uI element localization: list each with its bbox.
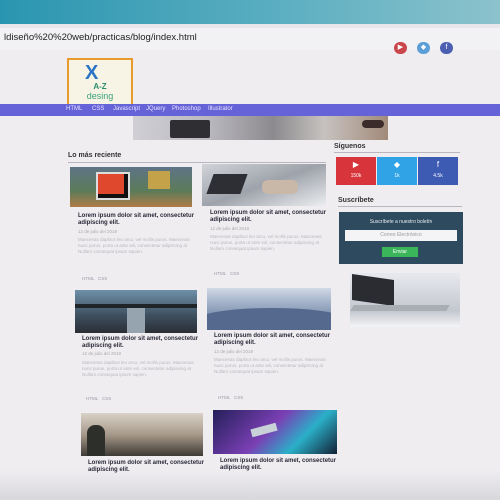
subscribe-title: Suscríbete bbox=[338, 197, 374, 204]
facebook-icon: f bbox=[445, 44, 448, 51]
nav-item-illustrator[interactable]: Illustrator bbox=[208, 106, 233, 112]
post-4-image[interactable] bbox=[207, 288, 331, 330]
post-2-hands bbox=[262, 180, 298, 194]
recent-divider bbox=[68, 162, 326, 163]
subscribe-box: Suscríbete a nuestro boletín Correo Elec… bbox=[339, 212, 463, 264]
post-2-date: 12 de julio del 2018 bbox=[210, 226, 250, 231]
site-logo[interactable]: X A-Z desing bbox=[67, 58, 133, 106]
nav-item-photoshop[interactable]: Photoshop bbox=[172, 106, 201, 112]
follow-twitter[interactable]: ◆ 1k bbox=[377, 157, 417, 185]
post-1-tags: HTML CSS bbox=[82, 276, 107, 281]
logo-line2: desing bbox=[86, 91, 114, 101]
twitter-count: 1k bbox=[394, 173, 400, 179]
desktop-bezel bbox=[0, 0, 500, 24]
tag-css[interactable]: CSS bbox=[98, 276, 107, 281]
url-text[interactable]: ldiseño%20%20web/practicas/blog/index.ht… bbox=[4, 32, 197, 43]
post-2-image[interactable] bbox=[202, 164, 326, 206]
twitter-icon: ◆ bbox=[420, 44, 427, 51]
hero-mouse bbox=[362, 120, 384, 128]
screen-glare bbox=[0, 470, 500, 500]
facebook-icon: f bbox=[436, 160, 440, 169]
twitter-icon: ◆ bbox=[393, 160, 401, 169]
post-4-date: 12 de julio del 2018 bbox=[214, 349, 254, 354]
main-nav: HTML CSS Javascript JQuery Photoshop Ill… bbox=[0, 104, 500, 116]
post-6-image[interactable] bbox=[213, 410, 337, 454]
tag-html[interactable]: HTML bbox=[214, 271, 226, 276]
post-2-title[interactable]: Lorem ipsum dolor sit amet, consectetur … bbox=[210, 210, 330, 224]
subscribe-text: Suscríbete a nuestro boletín bbox=[369, 219, 433, 225]
laptop-screen bbox=[352, 274, 394, 306]
post-3-excerpt: Maecenas dapibus leo arcu, vel mollis pu… bbox=[82, 360, 194, 377]
send-button[interactable]: Enviar bbox=[382, 247, 418, 257]
nav-item-javascript[interactable]: Javascript bbox=[113, 106, 140, 112]
post-3-tags: HTML CSS bbox=[86, 396, 111, 401]
post-2-excerpt: Maecenas dapibus leo arcu, vel mollis pu… bbox=[210, 234, 322, 251]
tag-css[interactable]: CSS bbox=[230, 271, 239, 276]
tag-html[interactable]: HTML bbox=[86, 396, 98, 401]
follow-youtube[interactable]: ▶ 150k bbox=[336, 157, 376, 185]
imac-wallpaper bbox=[98, 174, 124, 194]
laptop-base bbox=[350, 305, 450, 311]
hero-laptop bbox=[170, 120, 210, 138]
post-4-tags: HTML CSS bbox=[218, 395, 243, 400]
post-5-tree bbox=[87, 425, 105, 456]
post-4-excerpt: Maecenas dapibus leo arcu, vel mollis pu… bbox=[214, 357, 326, 374]
post-3-date: 12 de julio del 2018 bbox=[82, 351, 122, 356]
follow-title: Síguenos bbox=[334, 143, 366, 150]
post-2-tags: HTML CSS bbox=[214, 271, 239, 276]
post-1-image[interactable] bbox=[70, 167, 192, 207]
sidebar-laptop-image[interactable] bbox=[350, 273, 460, 327]
tag-html[interactable]: HTML bbox=[82, 276, 94, 281]
nav-item-jquery[interactable]: JQuery bbox=[146, 106, 165, 112]
post-6-satellite bbox=[250, 422, 278, 438]
subscribe-divider bbox=[338, 206, 462, 207]
nav-item-css[interactable]: CSS bbox=[92, 106, 104, 112]
tag-html[interactable]: HTML bbox=[218, 395, 230, 400]
follow-divider bbox=[334, 152, 460, 153]
post-4-title[interactable]: Lorem ipsum dolor sit amet, consectetur … bbox=[214, 333, 334, 347]
monitor-screen: ldiseño%20%20web/practicas/blog/index.ht… bbox=[0, 0, 500, 500]
post-1-lamp bbox=[148, 171, 170, 189]
post-5-image[interactable] bbox=[81, 413, 203, 456]
post-2-laptop bbox=[206, 174, 248, 194]
post-3-image[interactable] bbox=[75, 290, 197, 333]
follow-facebook[interactable]: f 4.5k bbox=[418, 157, 458, 185]
post-1-date: 12 de julio del 2018 bbox=[78, 229, 118, 234]
post-1-excerpt: Maecenas dapibus leo arcu, vel mollis pu… bbox=[78, 237, 190, 254]
post-3-hall bbox=[127, 308, 145, 333]
youtube-count: 150k bbox=[350, 173, 362, 179]
tag-css[interactable]: CSS bbox=[234, 395, 243, 400]
facebook-count: 4.5k bbox=[433, 173, 443, 179]
nav-item-html[interactable]: HTML bbox=[66, 106, 82, 112]
header-twitter-link[interactable]: ◆ bbox=[417, 42, 430, 54]
tag-css[interactable]: CSS bbox=[102, 396, 111, 401]
header-facebook-link[interactable]: f bbox=[440, 42, 453, 54]
header-youtube-link[interactable]: ▶ bbox=[394, 42, 407, 54]
email-field[interactable]: Correo Electrónico bbox=[345, 230, 457, 241]
youtube-icon: ▶ bbox=[352, 160, 360, 169]
post-4-mountains bbox=[207, 308, 331, 330]
recent-title: Lo más reciente bbox=[68, 152, 122, 159]
logo-line1: A-Z bbox=[93, 82, 107, 91]
post-3-title[interactable]: Lorem ipsum dolor sit amet, consectetur … bbox=[82, 336, 202, 350]
youtube-icon: ▶ bbox=[397, 44, 404, 51]
post-1-title[interactable]: Lorem ipsum dolor sit amet, consectetur … bbox=[78, 213, 198, 227]
